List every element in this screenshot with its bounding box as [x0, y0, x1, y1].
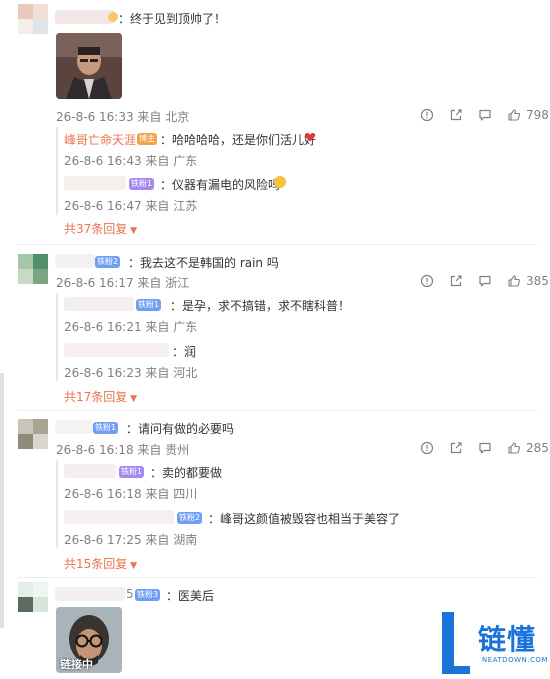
username-blurred[interactable]	[55, 10, 115, 24]
reply-username[interactable]: 峰哥亡命天涯	[64, 131, 136, 148]
like-button[interactable]: 385	[507, 274, 549, 288]
fan-badge: 铁粉1	[136, 299, 162, 311]
reply-text: ：是孕，求不搞错，求不瞎科普！	[170, 299, 351, 313]
emoji-icon	[274, 176, 286, 188]
user-level-icon	[108, 12, 118, 22]
comment-actions: 798	[405, 108, 549, 122]
comment-text: ：医美后	[166, 589, 215, 603]
username-blurred[interactable]	[55, 420, 93, 434]
share-icon	[450, 275, 462, 287]
comment-actions: 385	[405, 274, 549, 288]
share-button[interactable]	[449, 441, 463, 455]
report-button[interactable]	[420, 108, 434, 122]
more-replies-text: 共15条回复	[64, 557, 128, 571]
more-replies-text: 共37条回复	[64, 222, 128, 236]
reply-username-blurred[interactable]	[64, 297, 134, 311]
reply-text: ：峰哥这颜值被毁容也相当于美容了	[208, 512, 401, 526]
reply-time: 26-8-6 16:23 来自 河北	[64, 366, 198, 380]
watermark-site: NEATDOWN.COM	[482, 656, 548, 664]
fan-badge: 铁粉1	[93, 422, 119, 434]
reply-username-blurred[interactable]	[64, 176, 126, 190]
avatar[interactable]	[18, 4, 48, 34]
fan-badge: 铁粉1	[129, 178, 155, 190]
like-icon	[508, 109, 520, 121]
fan-badge: 铁粉2	[95, 256, 121, 268]
like-icon	[508, 275, 520, 287]
comment-icon	[479, 442, 491, 454]
comment-time: 26-8-6 16:18 来自 贵州	[56, 443, 190, 457]
report-icon	[420, 274, 434, 288]
fan-badge: 铁粉3	[135, 589, 161, 601]
man-portrait-image	[56, 33, 122, 99]
report-icon	[420, 108, 434, 122]
comment-text: ：我去这不是韩国的 rain 吗	[128, 256, 279, 270]
avatar[interactable]	[18, 419, 48, 449]
more-replies-link[interactable]: 共37条回复 ▼	[64, 220, 137, 237]
comment-time: 26-8-6 16:33 来自 北京	[56, 110, 190, 124]
share-button[interactable]	[449, 108, 463, 122]
reply-username-blurred[interactable]	[64, 510, 174, 524]
chevron-down-icon: ▼	[127, 561, 138, 571]
divider	[18, 410, 538, 411]
like-count: 798	[526, 108, 549, 122]
more-replies-link[interactable]: 共17条回复 ▼	[64, 388, 137, 405]
like-button[interactable]: 798	[507, 108, 549, 122]
comment-image[interactable]	[56, 33, 122, 99]
username-suffix: 5	[126, 587, 134, 601]
comment-icon	[479, 275, 491, 287]
blogger-badge: 博主	[137, 133, 157, 145]
fan-badge: 铁粉1	[119, 466, 145, 478]
reply-username-blurred[interactable]	[64, 464, 116, 478]
comment-text: ：终于见到顶帅了！	[118, 12, 227, 26]
more-replies-text: 共17条回复	[64, 390, 128, 404]
comment-actions: 285	[405, 441, 549, 455]
divider	[18, 577, 538, 578]
more-replies-link[interactable]: 共15条回复 ▼	[64, 555, 137, 572]
reply-time: 26-8-6 16:47 来自 江苏	[64, 199, 198, 213]
reply-username-blurred[interactable]	[64, 343, 169, 357]
avatar[interactable]	[18, 254, 48, 284]
reply-time: 26-8-6 16:43 来自 广东	[64, 154, 198, 168]
report-button[interactable]	[420, 441, 434, 455]
reply-time: 26-8-6 17:25 来自 湖南	[64, 533, 198, 547]
scrollbar[interactable]	[0, 373, 4, 628]
chevron-down-icon: ▼	[127, 226, 138, 236]
report-button[interactable]	[420, 274, 434, 288]
chevron-down-icon: ▼	[127, 394, 138, 404]
reply-time: 26-8-6 16:21 来自 广东	[64, 320, 198, 334]
reply-text: ：仪器有漏电的风险吗	[160, 178, 281, 192]
share-icon	[450, 442, 462, 454]
like-count: 385	[526, 274, 549, 288]
comment-image[interactable]: 链接中	[56, 607, 122, 673]
comment-icon	[479, 109, 491, 121]
reply-text: ：润	[172, 345, 197, 359]
comment-button[interactable]	[478, 108, 492, 122]
report-icon	[420, 441, 434, 455]
comment-text: ：请问有做的必要吗	[126, 422, 235, 436]
comment-time: 26-8-6 16:17 来自 浙江	[56, 276, 190, 290]
reply-time: 26-8-6 16:18 来自 四川	[64, 487, 198, 501]
image-caption: 链接中	[60, 658, 93, 671]
watermark-logo: 链懂 NEATDOWN.COM	[440, 608, 548, 676]
fan-badge: 铁粉2	[177, 512, 203, 524]
comment-button[interactable]	[478, 274, 492, 288]
like-button[interactable]: 285	[507, 441, 549, 455]
divider	[18, 244, 538, 245]
reply-text: ：哈哈哈哈，还是你们活儿好	[160, 133, 317, 147]
username-blurred[interactable]	[55, 254, 95, 268]
username-blurred[interactable]	[55, 587, 125, 601]
share-button[interactable]	[449, 274, 463, 288]
heart-icon	[304, 131, 316, 146]
like-count: 285	[526, 441, 549, 455]
share-icon	[450, 109, 462, 121]
avatar[interactable]	[18, 582, 48, 612]
watermark-brand: 链懂	[478, 623, 537, 656]
like-icon	[508, 442, 520, 454]
comment-button[interactable]	[478, 441, 492, 455]
reply-text: ：卖的都要做	[150, 466, 223, 480]
